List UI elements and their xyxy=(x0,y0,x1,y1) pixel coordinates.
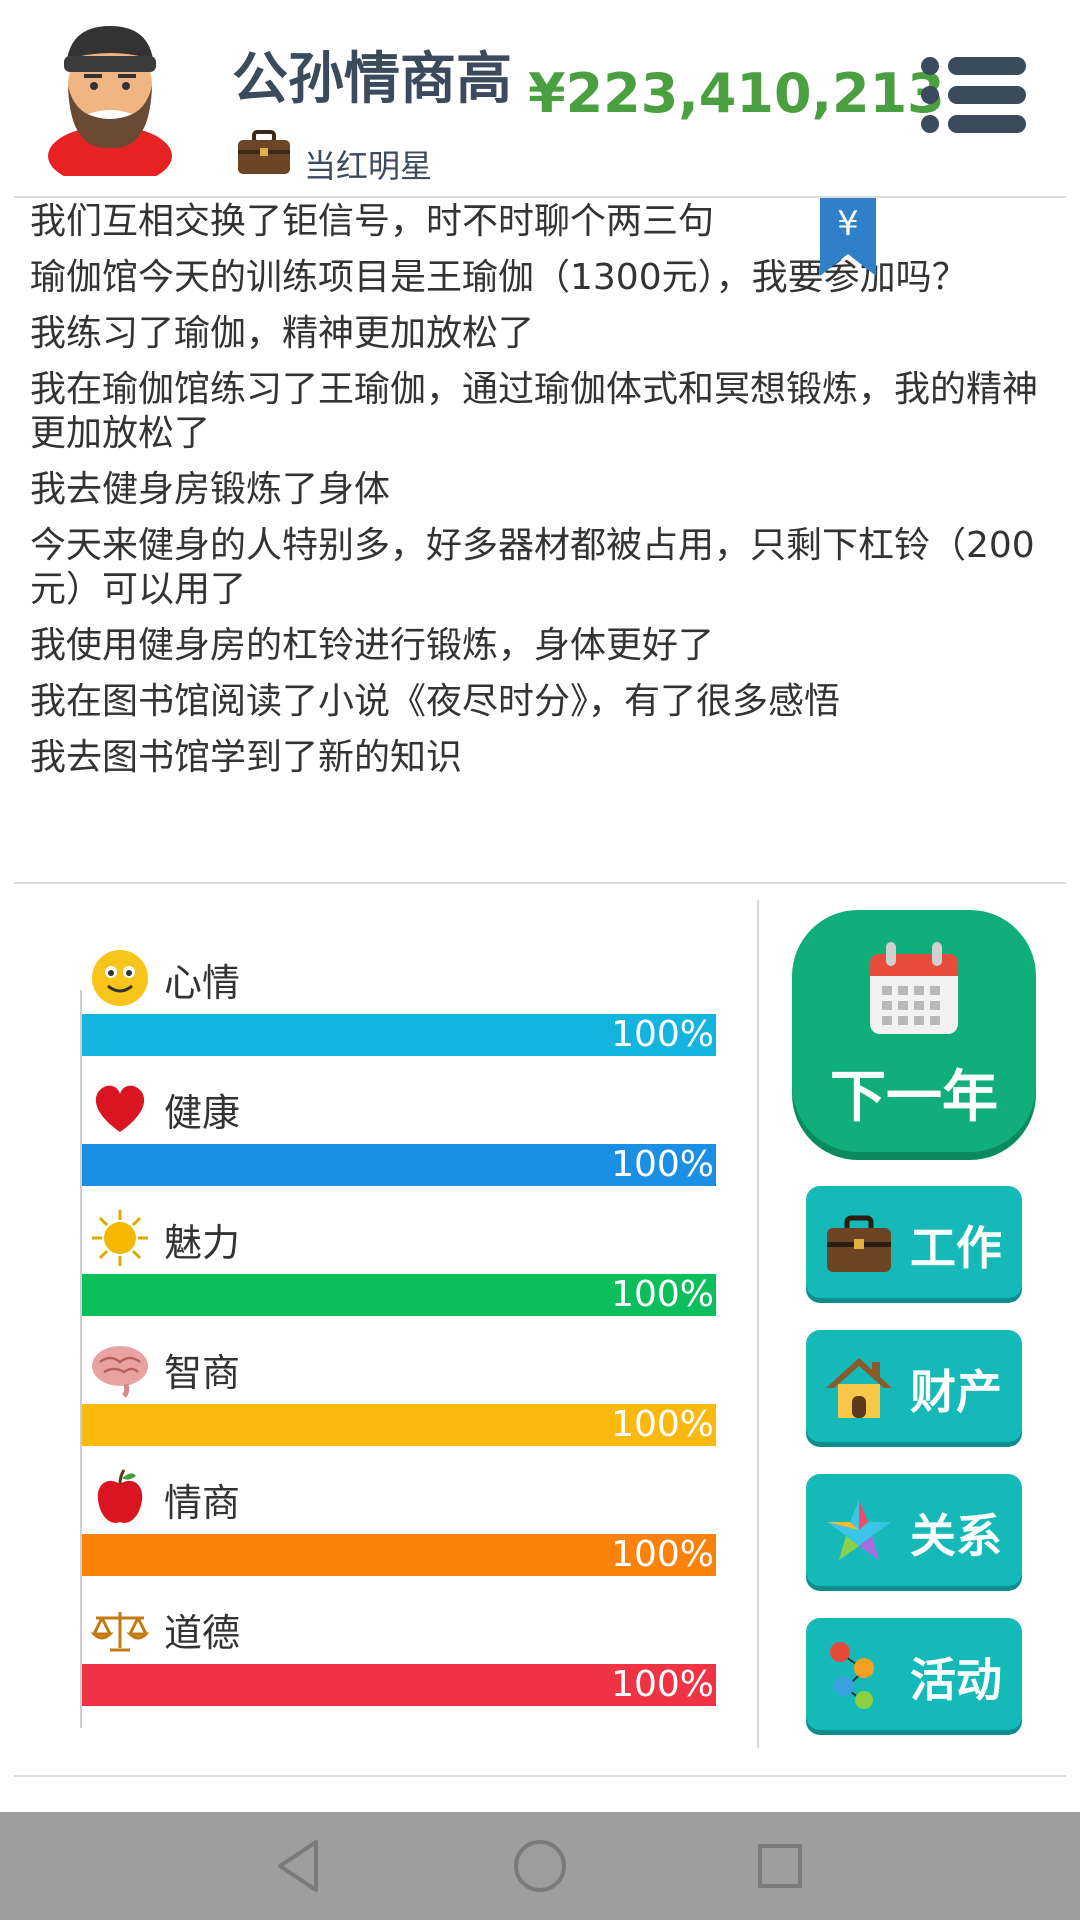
next-year-button[interactable]: 下一年 xyxy=(792,910,1036,1152)
log-line: 今天来健身的人特别多，好多器材都被占用，只剩下杠铃（200元）可以用了 xyxy=(30,525,1035,610)
stat-bar-health: 100% xyxy=(82,1144,716,1186)
stat-percent: 100% xyxy=(611,1014,714,1055)
brain-icon xyxy=(92,1346,148,1398)
sun-icon xyxy=(92,1210,148,1266)
scales-icon xyxy=(90,1612,150,1652)
apple-icon xyxy=(97,1469,143,1523)
bookmark-symbol: ¥ xyxy=(837,204,859,244)
house-icon xyxy=(826,1358,892,1418)
stat-bar-morality: 100% xyxy=(82,1664,716,1706)
stat-percent: 100% xyxy=(611,1664,714,1705)
stat-label-eq: 情商 xyxy=(164,1481,241,1525)
stat-bar-charm: 100% xyxy=(82,1274,716,1316)
log-line: 我使用健身房的杠铃进行锻炼，身体更好了 xyxy=(30,625,715,666)
recents-square-icon[interactable] xyxy=(748,1834,812,1898)
stat-bar-eq: 100% xyxy=(82,1534,716,1576)
stat-label-health: 健康 xyxy=(164,1091,241,1135)
work-label: 工作 xyxy=(910,1221,1002,1275)
activity-button[interactable]: 活动 xyxy=(806,1618,1022,1730)
stat-percent: 100% xyxy=(611,1274,714,1315)
header: 公孙情商高 ¥223,410,213 当红明星 xyxy=(0,0,1080,196)
stat-percent: 100% xyxy=(611,1144,714,1185)
log-line: 我练习了瑜伽，精神更加放松了 xyxy=(30,313,535,354)
system-nav-bar xyxy=(0,1812,1080,1920)
log-line: 我去健身房锻炼了身体 xyxy=(30,469,391,510)
hamburger-menu-icon[interactable] xyxy=(918,54,1028,136)
log-divider xyxy=(14,882,1066,884)
stat-label-mood: 心情 xyxy=(164,961,241,1005)
yuan-bookmark-icon[interactable]: ¥ xyxy=(820,198,876,276)
back-triangle-icon[interactable] xyxy=(268,1834,332,1898)
avatar[interactable] xyxy=(40,16,180,176)
log-line: 我在图书馆阅读了小说《夜尽时分》，有了很多感悟 xyxy=(30,681,841,722)
stat-percent: 100% xyxy=(611,1404,714,1445)
stats-frame-line xyxy=(80,990,82,1728)
property-button[interactable]: 财产 xyxy=(806,1330,1022,1442)
log-line: 我去图书馆学到了新的知识 xyxy=(30,737,463,778)
stat-label-iq: 智商 xyxy=(164,1351,241,1395)
smiley-face-icon xyxy=(92,950,148,1006)
bottom-divider xyxy=(14,1775,1066,1777)
star-icon xyxy=(827,1500,891,1560)
job-title: 当红明星 xyxy=(304,147,433,185)
relationship-button[interactable]: 关系 xyxy=(806,1474,1022,1586)
briefcase-icon xyxy=(238,130,290,174)
stat-percent: 100% xyxy=(611,1534,714,1575)
stat-label-charm: 魅力 xyxy=(164,1221,241,1265)
work-button[interactable]: 工作 xyxy=(806,1186,1022,1298)
activity-label: 活动 xyxy=(910,1653,1002,1707)
event-log[interactable]: 我们互相交换了钜信号，时不时聊个两三句 瑜伽馆今天的训练项目是王瑜伽（1300元… xyxy=(30,200,1050,840)
activity-dots-icon xyxy=(830,1642,874,1709)
stat-label-morality: 道德 xyxy=(164,1611,241,1655)
stat-bar-mood: 100% xyxy=(82,1014,716,1056)
relationship-label: 关系 xyxy=(910,1509,1002,1563)
home-circle-icon[interactable] xyxy=(508,1834,572,1898)
property-label: 财产 xyxy=(910,1365,1002,1419)
calendar-icon xyxy=(870,942,958,1034)
money-balance: ¥223,410,213 xyxy=(528,62,945,125)
log-line: 我们互相交换了钜信号，时不时聊个两三句 xyxy=(30,201,715,242)
header-divider xyxy=(14,196,1066,198)
heart-icon xyxy=(95,1085,145,1132)
log-line: 我在瑜伽馆练习了王瑜伽，通过瑜伽体式和冥想锻炼，我的精神更加放松了 xyxy=(30,369,1039,454)
briefcase-icon xyxy=(827,1215,891,1272)
next-year-label: 下一年 xyxy=(830,1065,998,1130)
panel-divider xyxy=(757,900,759,1748)
log-line: 瑜伽馆今天的训练项目是王瑜伽（1300元），我要参加吗？ xyxy=(30,257,968,298)
player-name: 公孙情商高 xyxy=(232,47,512,112)
stat-bar-iq: 100% xyxy=(82,1404,716,1446)
